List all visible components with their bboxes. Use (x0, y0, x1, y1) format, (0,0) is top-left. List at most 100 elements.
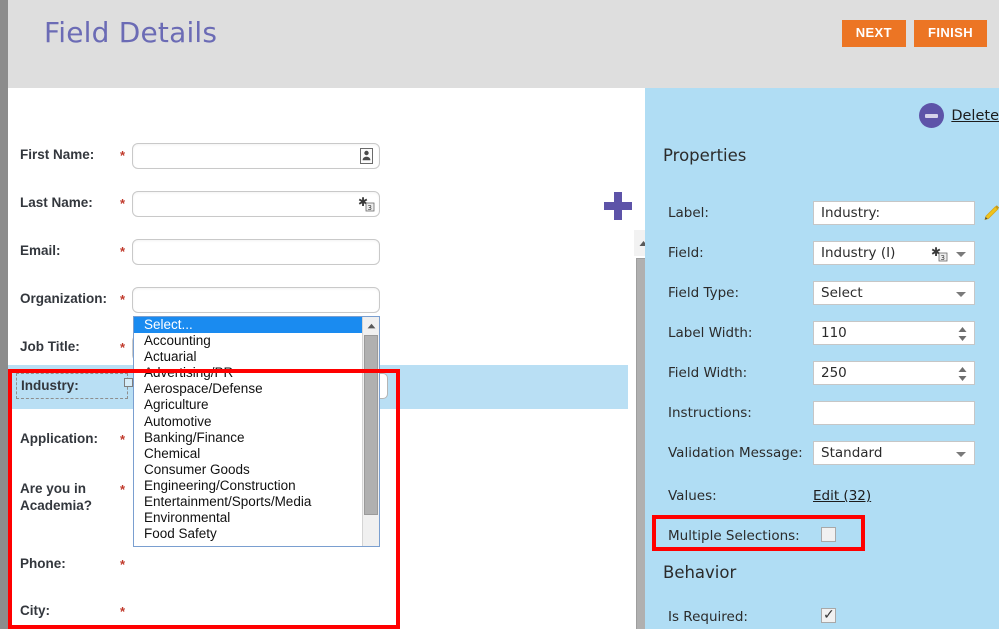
field-label-industry-editable[interactable]: Industry: (16, 373, 128, 399)
property-value: Select (821, 285, 863, 301)
required-asterisk: * (120, 482, 126, 497)
input-organization[interactable] (132, 287, 380, 313)
dropdown-option[interactable]: Consumer Goods (134, 462, 379, 478)
property-value: Standard (821, 445, 883, 461)
field-label-email: Email: (20, 243, 61, 258)
property-row-label-width: Label Width: 110 (645, 321, 999, 361)
dropdown-option[interactable]: Advertising/PR (134, 365, 379, 381)
required-asterisk: * (120, 148, 126, 163)
dropdown-option[interactable]: Banking/Finance (134, 430, 379, 446)
input-last-name[interactable]: ✱ 3 (132, 191, 380, 217)
required-asterisk: * (120, 340, 126, 355)
field-label-organization: Organization: (20, 291, 107, 306)
property-stepper-field-width[interactable]: 250 (813, 361, 975, 385)
dropdown-option[interactable]: Food Safety (134, 526, 379, 542)
property-row-instructions: Instructions: (645, 401, 999, 441)
property-value: Industry: (821, 205, 881, 221)
scroll-up-arrow-icon[interactable] (634, 230, 645, 256)
delete-field-action[interactable]: Delete (919, 103, 999, 128)
checkbox-multiple-selections[interactable] (821, 527, 836, 542)
stepper-arrows-icon[interactable] (958, 366, 967, 382)
resize-handle-left[interactable] (124, 378, 133, 387)
dropdown-option[interactable]: Engineering/Construction (134, 478, 379, 494)
form-row-phone: Phone: * (8, 555, 628, 603)
properties-panel: Delete Properties Label: Industry: Field… (645, 88, 999, 629)
required-asterisk: * (120, 432, 126, 447)
pencil-icon[interactable] (982, 203, 999, 223)
page-header: Field Details NEXT FINISH (8, 0, 999, 88)
next-button[interactable]: NEXT (841, 20, 906, 47)
property-value: 250 (821, 365, 847, 381)
delete-link[interactable]: Delete (951, 108, 999, 124)
property-row-field-type: Field Type: Select (645, 281, 999, 321)
industry-dropdown-list[interactable]: Select... Accounting Actuarial Advertisi… (133, 316, 380, 547)
dropdown-option[interactable]: Environmental (134, 510, 379, 526)
checkbox-is-required[interactable]: ✓ (821, 606, 836, 623)
property-label: Is Required: (668, 609, 748, 625)
field-label-academia: Are you in Academia? (20, 481, 93, 513)
property-row-validation-message: Validation Message: Standard (645, 441, 999, 481)
field-label-city: City: (20, 603, 50, 618)
chevron-down-icon[interactable] (956, 292, 966, 297)
field-label-first-name: First Name: (20, 147, 95, 162)
property-row-values: Values: Edit (32) (645, 484, 999, 524)
chevron-down-icon[interactable] (956, 452, 966, 457)
property-stepper-label-width[interactable]: 110 (813, 321, 975, 345)
check-icon: ✓ (823, 606, 835, 622)
dropdown-option[interactable]: Agriculture (134, 397, 379, 413)
stepper-arrows-icon[interactable] (958, 326, 967, 342)
dropdown-option[interactable]: Accounting (134, 333, 379, 349)
property-row-multiple-selections: Multiple Selections: (645, 524, 999, 564)
required-asterisk: * (120, 244, 126, 259)
property-value: Industry (I) (821, 245, 896, 261)
svg-text:3: 3 (368, 204, 372, 212)
dropdown-option[interactable]: Automotive (134, 414, 379, 430)
field-details-screen: Field Details NEXT FINISH First Name: * (0, 0, 999, 629)
svg-text:3: 3 (941, 254, 945, 262)
dropdown-option[interactable]: Select... (134, 317, 379, 334)
property-select-field-type[interactable]: Select (813, 281, 975, 305)
finish-button[interactable]: FINISH (913, 20, 987, 47)
property-row-label: Label: Industry: (645, 201, 999, 241)
form-row-first-name: First Name: * (8, 143, 628, 194)
property-label: Multiple Selections: (668, 528, 800, 544)
property-label: Field: (668, 245, 704, 261)
edit-values-link[interactable]: Edit (32) (813, 488, 871, 504)
add-field-plus-icon[interactable] (600, 188, 636, 224)
form-row-last-name: Last Name: * ✱ 3 (8, 191, 628, 242)
field-label-job-title: Job Title: (20, 339, 80, 354)
dropdown-option[interactable]: Chemical (134, 446, 379, 462)
dropdown-option[interactable]: Actuarial (134, 349, 379, 365)
dropdown-scrollbar[interactable] (362, 317, 379, 546)
property-select-field[interactable]: Industry (I) ✱ 3 (813, 241, 975, 265)
input-email[interactable] (132, 239, 380, 265)
required-asterisk: * (120, 604, 126, 619)
required-asterisk: * (120, 557, 126, 572)
property-label: Validation Message: (668, 445, 803, 461)
dropdown-option[interactable]: Entertainment/Sports/Media (134, 494, 379, 510)
property-input-label[interactable]: Industry: (813, 201, 975, 225)
field-label-application: Application: (20, 431, 98, 446)
property-label: Field Width: (668, 365, 748, 381)
scroll-up-arrow-icon[interactable] (363, 317, 379, 334)
form-canvas-scrollbar[interactable] (634, 230, 645, 629)
section-title-behavior: Behavior (663, 563, 737, 582)
property-input-instructions[interactable] (813, 401, 975, 425)
section-title-properties: Properties (663, 146, 747, 165)
property-label: Label: (668, 205, 709, 221)
scrollbar-thumb[interactable] (364, 335, 378, 515)
form-row-city: City: * (8, 602, 628, 629)
form-row-email: Email: * (8, 239, 628, 290)
property-select-validation-message[interactable]: Standard (813, 441, 975, 465)
dropdown-option[interactable]: Aerospace/Defense (134, 381, 379, 397)
input-first-name[interactable] (132, 143, 380, 169)
chevron-down-icon[interactable] (956, 252, 966, 257)
property-label: Values: (668, 488, 717, 504)
required-asterisk: * (120, 196, 126, 211)
page-title: Field Details (44, 16, 218, 49)
property-label: Instructions: (668, 405, 752, 421)
scrollbar-thumb[interactable] (636, 258, 645, 629)
property-label: Field Type: (668, 285, 740, 301)
contact-card-icon (358, 147, 375, 165)
minus-circle-icon[interactable] (919, 103, 945, 128)
